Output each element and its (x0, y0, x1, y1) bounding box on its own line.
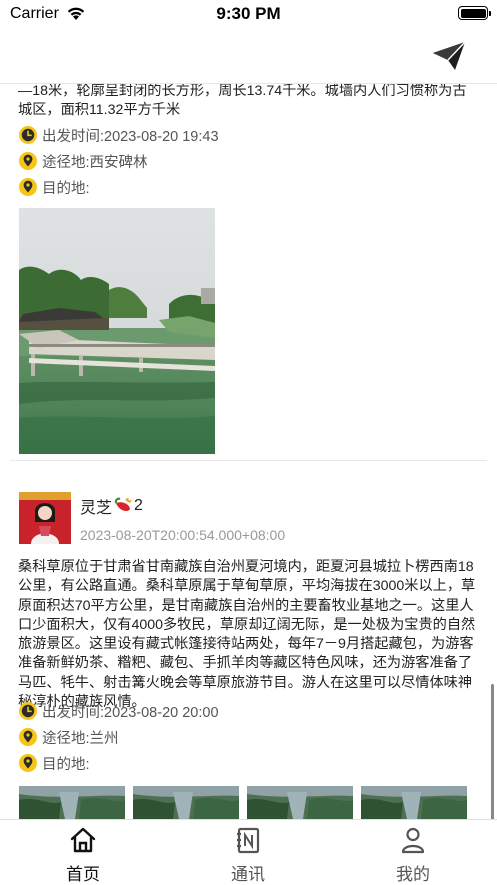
clock-icon (19, 702, 37, 720)
send-icon[interactable] (431, 40, 467, 72)
post-feed[interactable]: —18米，轮廓呈封闭的长方形，周长13.74千米。城墙内人们习惯称为古城区，面积… (0, 84, 497, 819)
departure-time: 出发时间:2023-08-20 19:43 (42, 128, 219, 145)
via-location: 途径地:兰州 (42, 730, 119, 747)
status-bar: Carrier 9:30 PM (0, 0, 497, 30)
post-divider (10, 460, 487, 461)
post-2-text: 桑科草原位于甘肃省甘南藏族自治州夏河境内，距夏河县城拉卜楞西南18公里，有公路直… (18, 559, 476, 711)
post-2-photos (19, 786, 467, 819)
username-suffix: 2 (134, 497, 143, 514)
clock: 9:30 PM (216, 4, 281, 23)
scrollbar[interactable] (491, 684, 494, 819)
profile-icon (401, 827, 425, 854)
departure-time: 出发时间:2023-08-20 20:00 (42, 704, 219, 721)
post-1[interactable]: —18米，轮廓呈封闭的长方形，周长13.74千米。城墙内人们习惯称为古城区，面积… (0, 84, 497, 464)
tab-label: 我的 (396, 865, 430, 884)
tab-contacts[interactable]: 通讯 (188, 820, 308, 884)
post-2-via: 途径地:兰州 (18, 726, 119, 748)
location-pin-icon (19, 728, 37, 746)
post-1-text: —18米，轮廓呈封闭的长方形，周长13.74千米。城墙内人们习惯称为古城区，面积… (18, 84, 467, 119)
post-2-destination: 目的地: (18, 752, 90, 774)
username-name: 灵芝 (80, 500, 113, 517)
post-1-via: 途径地:西安碑林 (18, 150, 148, 172)
tab-home[interactable]: 首页 (23, 820, 143, 884)
avatar[interactable] (19, 492, 71, 544)
navigation-bar (0, 30, 497, 84)
post-1-departure: 出发时间:2023-08-20 19:43 (18, 124, 219, 146)
tab-profile[interactable]: 我的 (353, 820, 473, 884)
tab-label: 首页 (66, 865, 100, 884)
post-1-destination: 目的地: (18, 176, 90, 198)
post-photo-thumbnail[interactable] (133, 786, 239, 819)
destination: 目的地: (42, 756, 90, 773)
contacts-icon (237, 827, 260, 854)
clock-icon (19, 126, 37, 144)
pepper-emoji-icon (114, 497, 133, 511)
post-photo-thumbnail[interactable] (361, 786, 467, 819)
battery-icon (458, 6, 491, 20)
location-pin-icon (19, 178, 37, 196)
location-pin-icon (19, 152, 37, 170)
tab-label: 通讯 (231, 865, 265, 884)
post-photo-thumbnail[interactable] (19, 786, 125, 819)
post-timestamp: 2023-08-20T20:00:54.000+08:00 (80, 527, 286, 543)
location-pin-icon (19, 754, 37, 772)
username[interactable]: 灵芝 2 (80, 494, 143, 518)
tab-bar: 首页 通讯 我的 (0, 819, 497, 884)
post-photo-thumbnail[interactable] (247, 786, 353, 819)
via-location: 途径地:西安碑林 (42, 154, 148, 171)
destination: 目的地: (42, 180, 90, 197)
post-2-departure: 出发时间:2023-08-20 20:00 (18, 700, 219, 722)
post-1-photo[interactable] (19, 208, 215, 454)
home-icon (70, 827, 96, 853)
